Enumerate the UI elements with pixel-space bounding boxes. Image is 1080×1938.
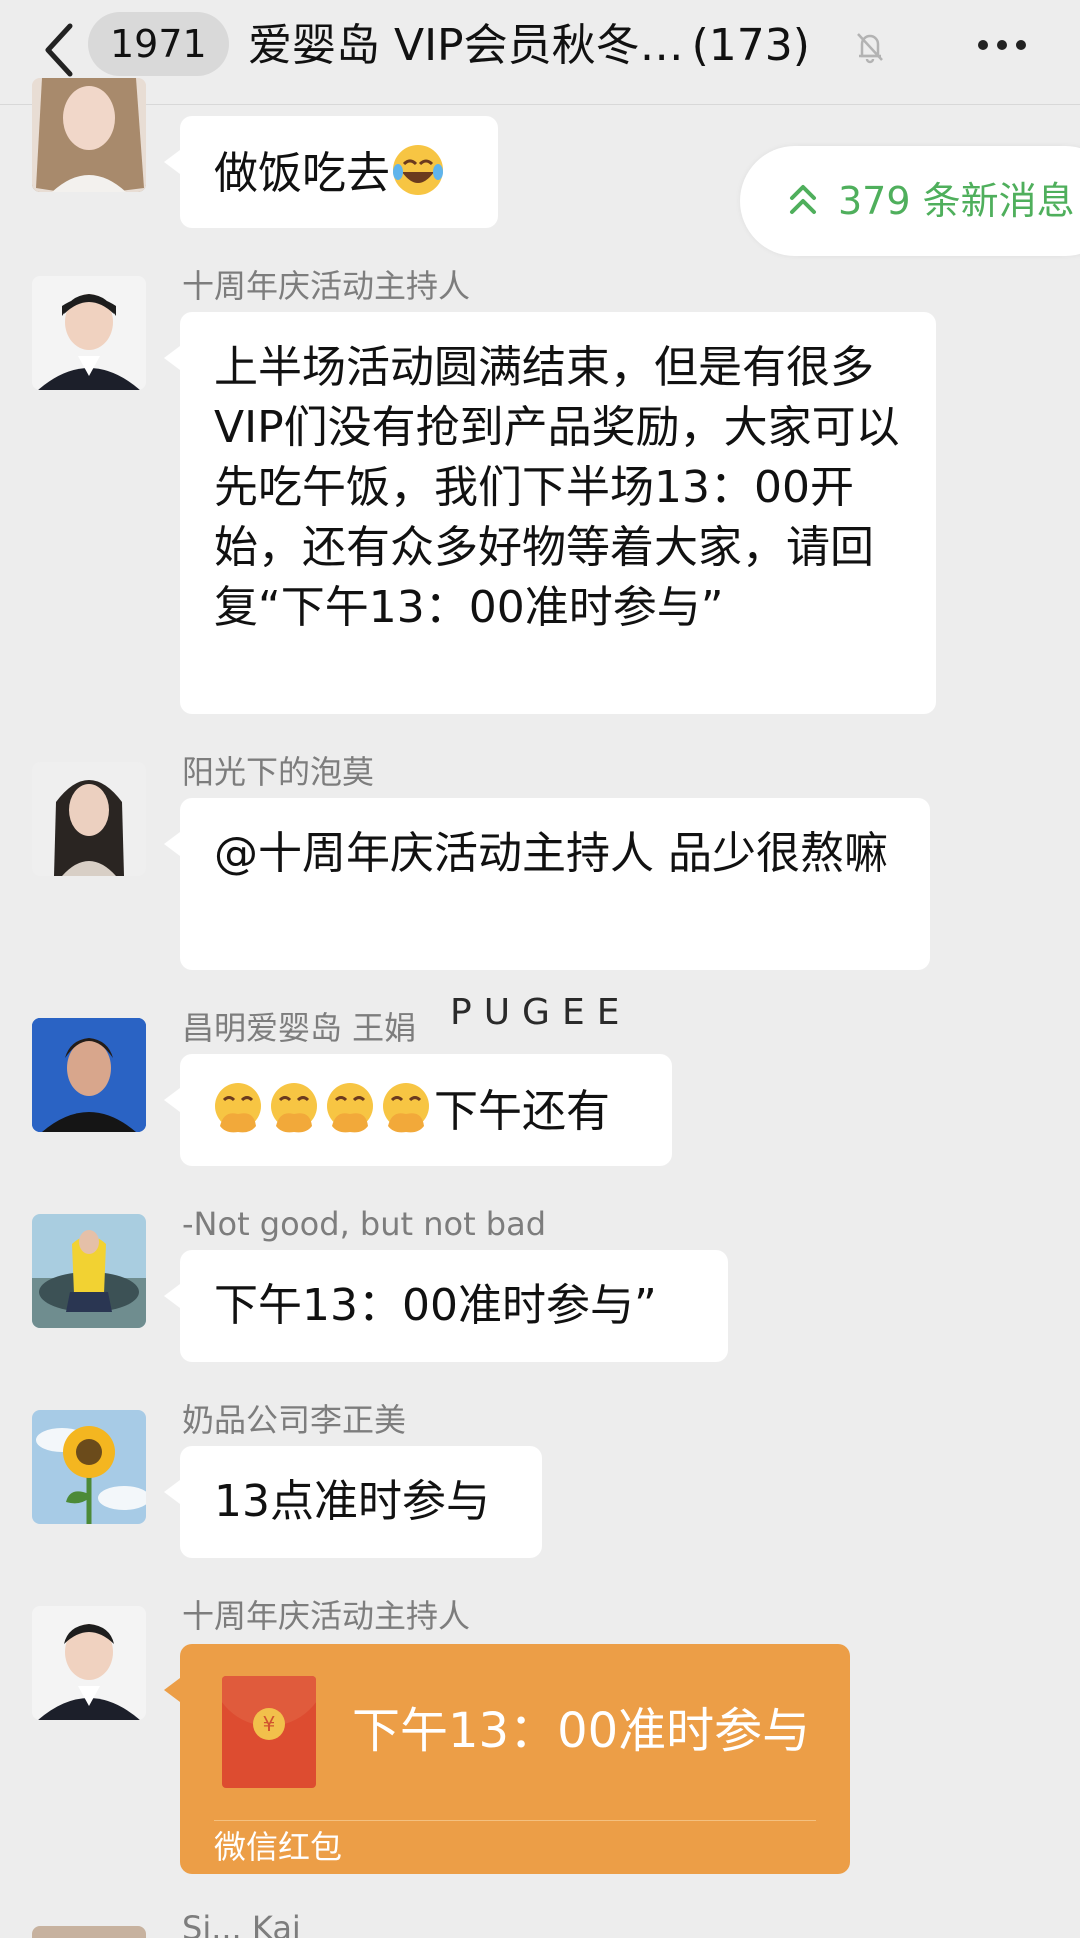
message-bubble[interactable]: 上半场活动圆满结束，但是有很多VIP们没有抢到产品奖励，大家可以先吃午饭，我们下… <box>164 312 936 714</box>
red-packet-message: 下午13：00准时参与 <box>352 1703 811 1759</box>
avatar-photo <box>32 78 146 192</box>
avatar[interactable] <box>32 1410 146 1524</box>
watermark-text: PUGEE <box>450 992 632 1033</box>
red-packet-label: 微信红包 <box>214 1828 343 1866</box>
member-count: (173) <box>691 20 810 71</box>
chevron-left-icon[interactable] <box>38 20 82 80</box>
avatar[interactable] <box>32 276 146 390</box>
new-messages-label: 379 条新消息 <box>838 179 1075 223</box>
group-name: 爱婴岛 VIP会员秋冬… <box>248 20 684 71</box>
message-bubble[interactable]: 做饭吃去 <box>164 116 498 228</box>
chat-title: 爱婴岛 VIP会员秋冬… (173) <box>248 14 848 78</box>
avatar-photo <box>32 1606 146 1720</box>
avatar-photo <box>32 1018 146 1132</box>
message-bubble[interactable]: 13点准时参与 <box>164 1446 542 1558</box>
sender-name: 奶品公司李正美 <box>182 1401 407 1439</box>
face-with-hand-over-mouth-emoji-icon <box>271 1083 317 1133</box>
message-bubble[interactable]: @十周年庆活动主持人 品少很熬嘛 <box>164 798 930 970</box>
sender-name: 昌明爱婴岛 王娟 <box>182 1009 417 1047</box>
bell-muted-icon <box>857 33 883 64</box>
new-messages-button[interactable]: 379 条新消息 <box>740 146 1080 256</box>
avatar-photo <box>32 276 146 390</box>
message-text: 做饭吃去 <box>214 148 390 199</box>
avatar-photo <box>32 1410 146 1524</box>
message-bubble[interactable]: 下午还有 <box>164 1054 672 1166</box>
message-text: 下午还有 <box>434 1086 610 1137</box>
sender-name: Si... Kai <box>182 1909 301 1938</box>
ellipsis-icon[interactable] <box>972 20 1032 70</box>
avatar[interactable] <box>32 78 146 192</box>
sender-name: 十周年庆活动主持人 <box>182 1597 471 1635</box>
message-text: 13点准时参与 <box>214 1476 490 1527</box>
avatar[interactable] <box>32 1214 146 1328</box>
divider <box>214 1820 816 1821</box>
message-text: 上半场活动圆满结束，但是有很多VIP们没有抢到产品奖励，大家可以先吃午饭，我们下… <box>214 342 900 633</box>
red-packet-card[interactable]: ¥ 下午13：00准时参与 微信红包 <box>164 1644 850 1874</box>
sender-name: 十周年庆活动主持人 <box>182 267 471 305</box>
avatar[interactable] <box>32 762 146 876</box>
message-text: @十周年庆活动主持人 品少很熬嘛 <box>214 828 888 879</box>
face-with-hand-over-mouth-emoji-icon <box>383 1083 429 1133</box>
sender-name: -Not good, but not bad <box>182 1205 547 1243</box>
message-text: 下午13：00准时参与” <box>214 1280 657 1331</box>
sender-name: 阳光下的泡莫 <box>182 753 375 791</box>
message-bubble[interactable]: 下午13：00准时参与” <box>164 1250 728 1362</box>
avatar[interactable] <box>32 1606 146 1720</box>
avatar[interactable] <box>32 1926 146 1938</box>
tears-of-joy-emoji-icon <box>393 145 443 195</box>
avatar-photo <box>32 762 146 876</box>
chat-header: 1971 爱婴岛 VIP会员秋冬… (173) <box>0 0 1080 105</box>
unread-count-badge[interactable]: 1971 <box>88 12 229 76</box>
double-chevron-up-icon <box>790 185 816 214</box>
face-with-hand-over-mouth-emoji-icon <box>327 1083 373 1133</box>
avatar[interactable] <box>32 1018 146 1132</box>
avatar-photo <box>32 1214 146 1328</box>
red-packet-icon: ¥ <box>222 1676 316 1788</box>
face-with-hand-over-mouth-emoji-icon <box>215 1083 261 1133</box>
